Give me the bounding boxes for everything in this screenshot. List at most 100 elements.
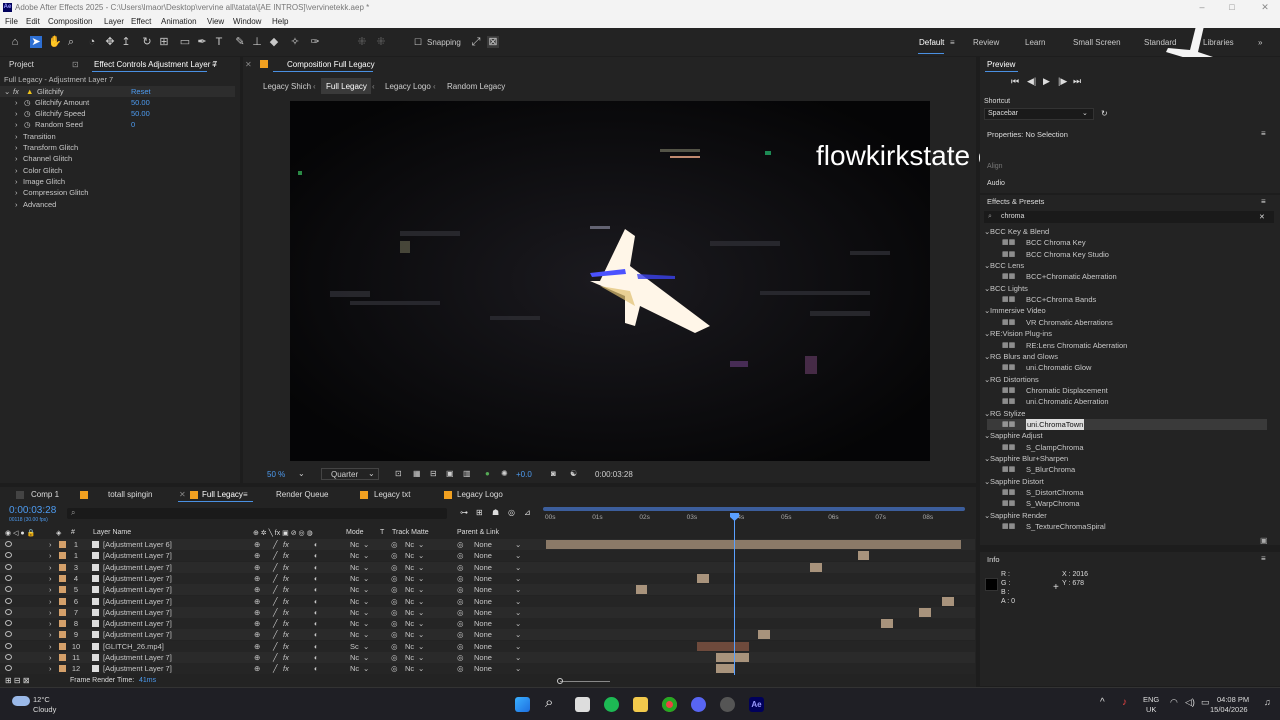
chevron-down-icon[interactable]: ⌄ xyxy=(515,618,521,629)
language-region[interactable]: UK xyxy=(1146,705,1156,714)
effect-category[interactable]: ⌄ BCC Key & Blend xyxy=(984,226,1267,237)
pan-tool-icon[interactable]: ✥ xyxy=(104,36,116,48)
shy-switch-icon[interactable]: ⊕ xyxy=(254,596,260,607)
layer-clip-bar[interactable] xyxy=(697,573,709,583)
motion-blur-icon[interactable]: ◎ xyxy=(508,508,515,517)
layer-name[interactable]: [Adjustment Layer 7] xyxy=(103,573,172,584)
effect-category[interactable]: ⌄ RE:Vision Plug-ins xyxy=(984,328,1267,339)
chevron-down-icon[interactable]: ⌄ xyxy=(363,596,369,607)
parent-dropdown[interactable]: None xyxy=(474,652,492,663)
layer-name[interactable]: [Adjustment Layer 7] xyxy=(103,584,172,595)
effect-item[interactable]: ▦▦ S_TextureChromaSpiral xyxy=(987,521,1267,532)
parent-pickwhip-icon[interactable]: ◎ xyxy=(457,641,464,652)
menu-view[interactable]: View xyxy=(207,15,224,28)
mode-dropdown[interactable]: Nc xyxy=(350,539,359,550)
workspace-small-screen[interactable]: Small Screen xyxy=(1073,38,1121,47)
battery-icon[interactable]: ▭ xyxy=(1201,697,1210,708)
next-frame-icon[interactable]: |▶ xyxy=(1058,76,1067,87)
current-time[interactable]: 0:00:03:28 xyxy=(9,505,56,516)
chevron-down-icon[interactable]: ⌄ xyxy=(363,607,369,618)
visibility-eye-icon[interactable] xyxy=(5,654,12,660)
start-icon[interactable] xyxy=(515,697,530,712)
group-row[interactable]: › Compression Glitch xyxy=(0,187,235,198)
time-ruler[interactable]: 00s 01s 02s 03s 04s 05s 06s 07s 08s xyxy=(543,505,965,543)
track-matte-dropdown[interactable]: Nc xyxy=(405,539,414,550)
layer-name[interactable]: [Adjustment Layer 7] xyxy=(103,562,172,573)
effect-category[interactable]: ⌄ Sapphire Render xyxy=(984,510,1267,521)
track-matte-dropdown[interactable]: Nc xyxy=(405,607,414,618)
collapse-arrow-icon[interactable]: ⌄ xyxy=(4,86,10,97)
eraser-tool-icon[interactable]: ◆ xyxy=(268,36,280,48)
chevron-down-icon[interactable]: ⌄ xyxy=(418,573,424,584)
quality-switch-icon[interactable]: ╱ xyxy=(273,607,278,618)
search-icon[interactable]: ⌕ xyxy=(545,694,553,711)
flow-full-legacy[interactable]: Full Legacy xyxy=(326,82,367,91)
effect-glitchify-row[interactable]: ⌄ fx ▲ Glitchify Reset xyxy=(0,86,235,97)
comp-flowchart-icon[interactable]: ⊶ xyxy=(460,508,468,517)
adjustment-switch-icon[interactable]: ◐ xyxy=(314,663,319,674)
puppet-pin-icon[interactable]: ✑ xyxy=(309,36,321,48)
chevron-down-icon[interactable]: ⌄ xyxy=(363,618,369,629)
selection-tool-icon[interactable]: ➤ xyxy=(30,36,42,48)
adjustment-switch-icon[interactable]: ◐ xyxy=(314,573,319,584)
menu-composition[interactable]: Composition xyxy=(48,15,92,28)
menu-help[interactable]: Help xyxy=(272,15,288,28)
panel-menu-icon[interactable]: ≡ xyxy=(212,60,217,69)
shy-switch-icon[interactable]: ⊕ xyxy=(254,607,260,618)
effect-category[interactable]: ⌄ Sapphire Adjust xyxy=(984,430,1267,441)
chevron-up-icon[interactable]: ^ xyxy=(1100,697,1105,708)
tab-render-queue[interactable]: Render Queue xyxy=(276,490,328,499)
shy-switch-icon[interactable]: ⊕ xyxy=(254,652,260,663)
tab-composition[interactable]: Composition Full Legacy xyxy=(287,60,375,69)
label-color-swatch[interactable] xyxy=(59,541,66,548)
parent-dropdown[interactable]: None xyxy=(474,539,492,550)
fx-switch-icon[interactable]: fx xyxy=(283,618,289,629)
chevron-down-icon[interactable]: ⌄ xyxy=(363,652,369,663)
spotify-icon[interactable] xyxy=(604,697,619,712)
adjustment-switch-icon[interactable]: ◐ xyxy=(314,596,319,607)
prev-frame-icon[interactable]: ◀| xyxy=(1027,76,1036,87)
tab-legacy-logo[interactable]: Legacy Logo xyxy=(457,490,503,499)
weather-cloud-icon[interactable] xyxy=(12,696,30,706)
effect-category[interactable]: ⌄ Immersive Video xyxy=(984,305,1267,316)
chevron-down-icon[interactable]: ⌄ xyxy=(298,469,305,478)
chevron-down-icon[interactable]: ⌄ xyxy=(515,562,521,573)
exposure-icon[interactable]: ✺ xyxy=(501,469,508,478)
stopwatch-icon[interactable]: ◷ xyxy=(24,97,31,108)
parent-pickwhip-icon[interactable]: ◎ xyxy=(457,596,464,607)
quality-switch-icon[interactable]: ╱ xyxy=(273,573,278,584)
track-matte-dropdown[interactable]: Nc xyxy=(405,573,414,584)
fx-switch-icon[interactable]: fx xyxy=(283,573,289,584)
chevron-down-icon[interactable]: ⌄ xyxy=(515,629,521,640)
exposure-value[interactable]: +0.0 xyxy=(516,470,532,479)
layer-name[interactable]: [Adjustment Layer 7] xyxy=(103,629,172,640)
layer-name[interactable]: [Adjustment Layer 7] xyxy=(103,550,172,561)
panel-menu-icon[interactable]: ≡ xyxy=(1261,554,1266,563)
file-explorer-icon[interactable] xyxy=(633,697,648,712)
adjustment-switch-icon[interactable]: ◐ xyxy=(314,562,319,573)
chevron-down-icon[interactable]: ⌄ xyxy=(515,550,521,561)
visibility-eye-icon[interactable] xyxy=(5,574,12,581)
close-tab-icon[interactable]: ✕ xyxy=(245,60,252,69)
parent-dropdown[interactable]: None xyxy=(474,629,492,640)
effect-item[interactable]: ▦▦ uni.Chromatic Aberration xyxy=(987,396,1267,407)
fx-switch-icon[interactable]: fx xyxy=(283,641,289,652)
pickwhip-icon[interactable]: ◎ xyxy=(391,663,398,674)
zoom-dropdown[interactable]: 50 % xyxy=(267,470,285,479)
track-matte-dropdown[interactable]: Nc xyxy=(405,618,414,629)
draft-3d-icon[interactable]: ⊞ xyxy=(476,508,483,517)
adjustment-switch-icon[interactable]: ◐ xyxy=(314,607,319,618)
shy-switch-icon[interactable]: ⊕ xyxy=(254,663,260,674)
wifi-icon[interactable]: ◠ xyxy=(1170,697,1178,708)
effect-item[interactable]: ▦▦ uni.ChromaTown xyxy=(987,418,1267,430)
quality-switch-icon[interactable]: ╱ xyxy=(273,584,278,595)
group-row[interactable]: › Color Glitch xyxy=(0,165,235,176)
guides-icon[interactable]: ▣ xyxy=(446,469,454,478)
fx-icon[interactable]: fx xyxy=(13,86,19,97)
color-channels-icon[interactable]: ● xyxy=(485,469,490,478)
track-matte-dropdown[interactable]: Nc xyxy=(405,584,414,595)
shy-switch-icon[interactable]: ⊕ xyxy=(254,539,260,550)
parent-pickwhip-icon[interactable]: ◎ xyxy=(457,539,464,550)
layer-clip-bar[interactable] xyxy=(697,641,749,651)
layer-name[interactable]: [Adjustment Layer 7] xyxy=(103,652,172,663)
